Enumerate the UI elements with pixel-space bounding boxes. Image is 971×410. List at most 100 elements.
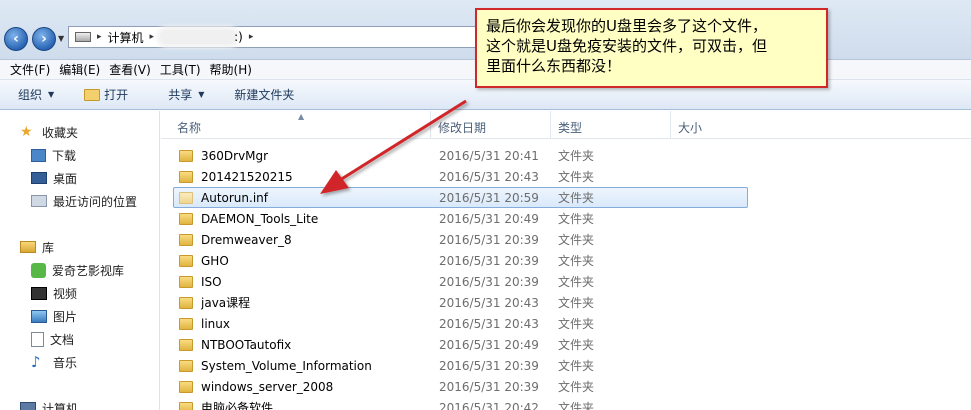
breadcrumb-separator[interactable]: ▸: [97, 32, 102, 42]
new-folder-label: 新建文件夹: [234, 88, 295, 102]
file-row[interactable]: DAEMON_Tools_Lite 2016/5/31 20:49 文件夹: [173, 208, 748, 229]
file-name: 201421520215: [201, 169, 293, 184]
file-date: 2016/5/31 20:41: [439, 148, 539, 163]
menu-help[interactable]: 帮助(H): [210, 61, 261, 78]
folder-icon: [179, 275, 193, 288]
file-name: System_Volume_Information: [201, 358, 372, 373]
file-row[interactable]: GHO 2016/5/31 20:39 文件夹: [173, 250, 748, 271]
file-type: 文件夹: [558, 296, 595, 310]
file-row[interactable]: Dremweaver_8 2016/5/31 20:39 文件夹: [173, 229, 748, 250]
file-type: 文件夹: [558, 212, 595, 226]
nav-favorites[interactable]: ★ 收藏夹: [20, 122, 78, 142]
open-button[interactable]: 打开: [84, 86, 128, 103]
menu-tools[interactable]: 工具(T): [160, 61, 210, 78]
file-name: NTBOOTautofix: [201, 337, 292, 352]
file-row[interactable]: NTBOOTautofix 2016/5/31 20:49 文件夹: [173, 334, 748, 355]
file-row-selected[interactable]: Autorun.inf 2016/5/31 20:59 文件夹: [173, 187, 748, 208]
sort-ascending-icon: ▲: [298, 112, 305, 121]
column-divider[interactable]: [430, 111, 431, 139]
star-icon: ★: [20, 124, 33, 140]
file-row[interactable]: linux 2016/5/31 20:43 文件夹: [173, 313, 748, 334]
column-header-name[interactable]: 名称: [177, 119, 201, 136]
breadcrumb-separator[interactable]: ▸: [150, 32, 155, 42]
nav-downloads[interactable]: 下载: [31, 145, 76, 165]
folder-icon: [179, 401, 193, 410]
video-icon: [31, 286, 47, 300]
file-name: java课程: [201, 296, 251, 310]
share-button[interactable]: 共享 ▼: [168, 86, 204, 103]
nav-recent[interactable]: 最近访问的位置: [31, 191, 137, 211]
nav-iqiyi-label: 爱奇艺影视库: [52, 263, 125, 278]
chevron-down-icon: ▼: [198, 90, 205, 99]
file-row[interactable]: ISO 2016/5/31 20:39 文件夹: [173, 271, 748, 292]
nav-pictures[interactable]: 图片: [31, 306, 77, 326]
folder-icon: [179, 317, 193, 330]
column-header-row: ▲ 名称 修改日期 类型 大小: [161, 111, 971, 139]
menu-file[interactable]: 文件(F): [10, 61, 59, 78]
nav-documents-label: 文档: [50, 332, 75, 347]
file-row[interactable]: System_Volume_Information 2016/5/31 20:3…: [173, 355, 748, 376]
download-folder-icon: [31, 148, 46, 162]
nav-libraries[interactable]: 库: [20, 237, 54, 257]
share-label: 共享: [168, 88, 193, 102]
organize-button[interactable]: 组织 ▼: [18, 86, 54, 103]
nav-computer-label: 计算机: [42, 401, 79, 410]
forward-button[interactable]: ›: [32, 27, 56, 51]
breadcrumb-separator[interactable]: ▸: [249, 32, 254, 42]
file-name: Dremweaver_8: [201, 232, 292, 247]
folder-icon: [179, 359, 193, 372]
file-type: 文件夹: [558, 359, 595, 373]
file-name: DAEMON_Tools_Lite: [201, 211, 319, 226]
nav-desktop[interactable]: 桌面: [31, 168, 77, 188]
folder-icon: [179, 191, 193, 204]
file-date: 2016/5/31 20:39: [439, 379, 539, 394]
folder-open-icon: [84, 88, 101, 101]
new-folder-button[interactable]: 新建文件夹: [234, 86, 294, 103]
menu-edit[interactable]: 编辑(E): [59, 61, 109, 78]
file-type: 文件夹: [558, 275, 595, 289]
file-row[interactable]: java课程 2016/5/31 20:43 文件夹: [173, 292, 748, 313]
column-header-type[interactable]: 类型: [558, 119, 582, 136]
column-header-size[interactable]: 大小: [678, 119, 702, 136]
column-header-modified[interactable]: 修改日期: [438, 119, 486, 136]
music-note-icon: ♪: [31, 353, 41, 371]
back-button[interactable]: ‹: [4, 27, 28, 51]
file-name: ISO: [201, 274, 222, 289]
picture-icon: [31, 309, 47, 323]
redacted-drive-name: [160, 30, 237, 44]
file-type: 文件夹: [558, 170, 595, 184]
folder-icon: [179, 338, 193, 351]
file-type: 文件夹: [558, 254, 595, 268]
file-type: 文件夹: [558, 317, 595, 331]
file-date: 2016/5/31 20:43: [439, 295, 539, 310]
folder-icon: [179, 212, 193, 225]
file-date: 2016/5/31 20:43: [439, 169, 539, 184]
file-row[interactable]: 201421520215 2016/5/31 20:43 文件夹: [173, 166, 748, 187]
nav-music-label: 音乐: [53, 355, 78, 370]
file-row[interactable]: 电脑必备软件 2016/5/31 20:42 文件夹: [173, 397, 748, 410]
nav-pictures-label: 图片: [53, 309, 78, 324]
column-divider[interactable]: [670, 111, 671, 139]
file-row[interactable]: 360DrvMgr 2016/5/31 20:41 文件夹: [173, 145, 748, 166]
nav-computer[interactable]: 计算机: [20, 398, 78, 410]
breadcrumb-computer[interactable]: 计算机: [108, 29, 144, 46]
file-name: 360DrvMgr: [201, 148, 269, 163]
recent-pages-dropdown-icon[interactable]: ▼: [58, 34, 64, 43]
computer-icon: [20, 402, 36, 410]
file-row[interactable]: windows_server_2008 2016/5/31 20:39 文件夹: [173, 376, 748, 397]
navigation-pane: ★ 收藏夹 下载 桌面 最近访问的位置 库 爱奇艺影视库 视频 图片 文档 ♪ …: [0, 111, 160, 410]
file-name: 电脑必备软件: [201, 401, 274, 410]
menu-view[interactable]: 查看(V): [109, 61, 160, 78]
folder-icon: [179, 254, 193, 267]
breadcrumb-drive[interactable]: :): [234, 30, 243, 44]
folder-icon: [179, 296, 193, 309]
nav-videos[interactable]: 视频: [31, 283, 77, 303]
column-divider[interactable]: [550, 111, 551, 139]
nav-documents[interactable]: 文档: [31, 329, 74, 349]
file-name: GHO: [201, 253, 229, 268]
nav-music[interactable]: ♪ 音乐: [31, 352, 77, 372]
recent-places-icon: [31, 195, 47, 207]
organize-label: 组织: [18, 88, 43, 102]
nav-iqiyi[interactable]: 爱奇艺影视库: [31, 260, 124, 280]
folder-icon: [179, 170, 193, 183]
